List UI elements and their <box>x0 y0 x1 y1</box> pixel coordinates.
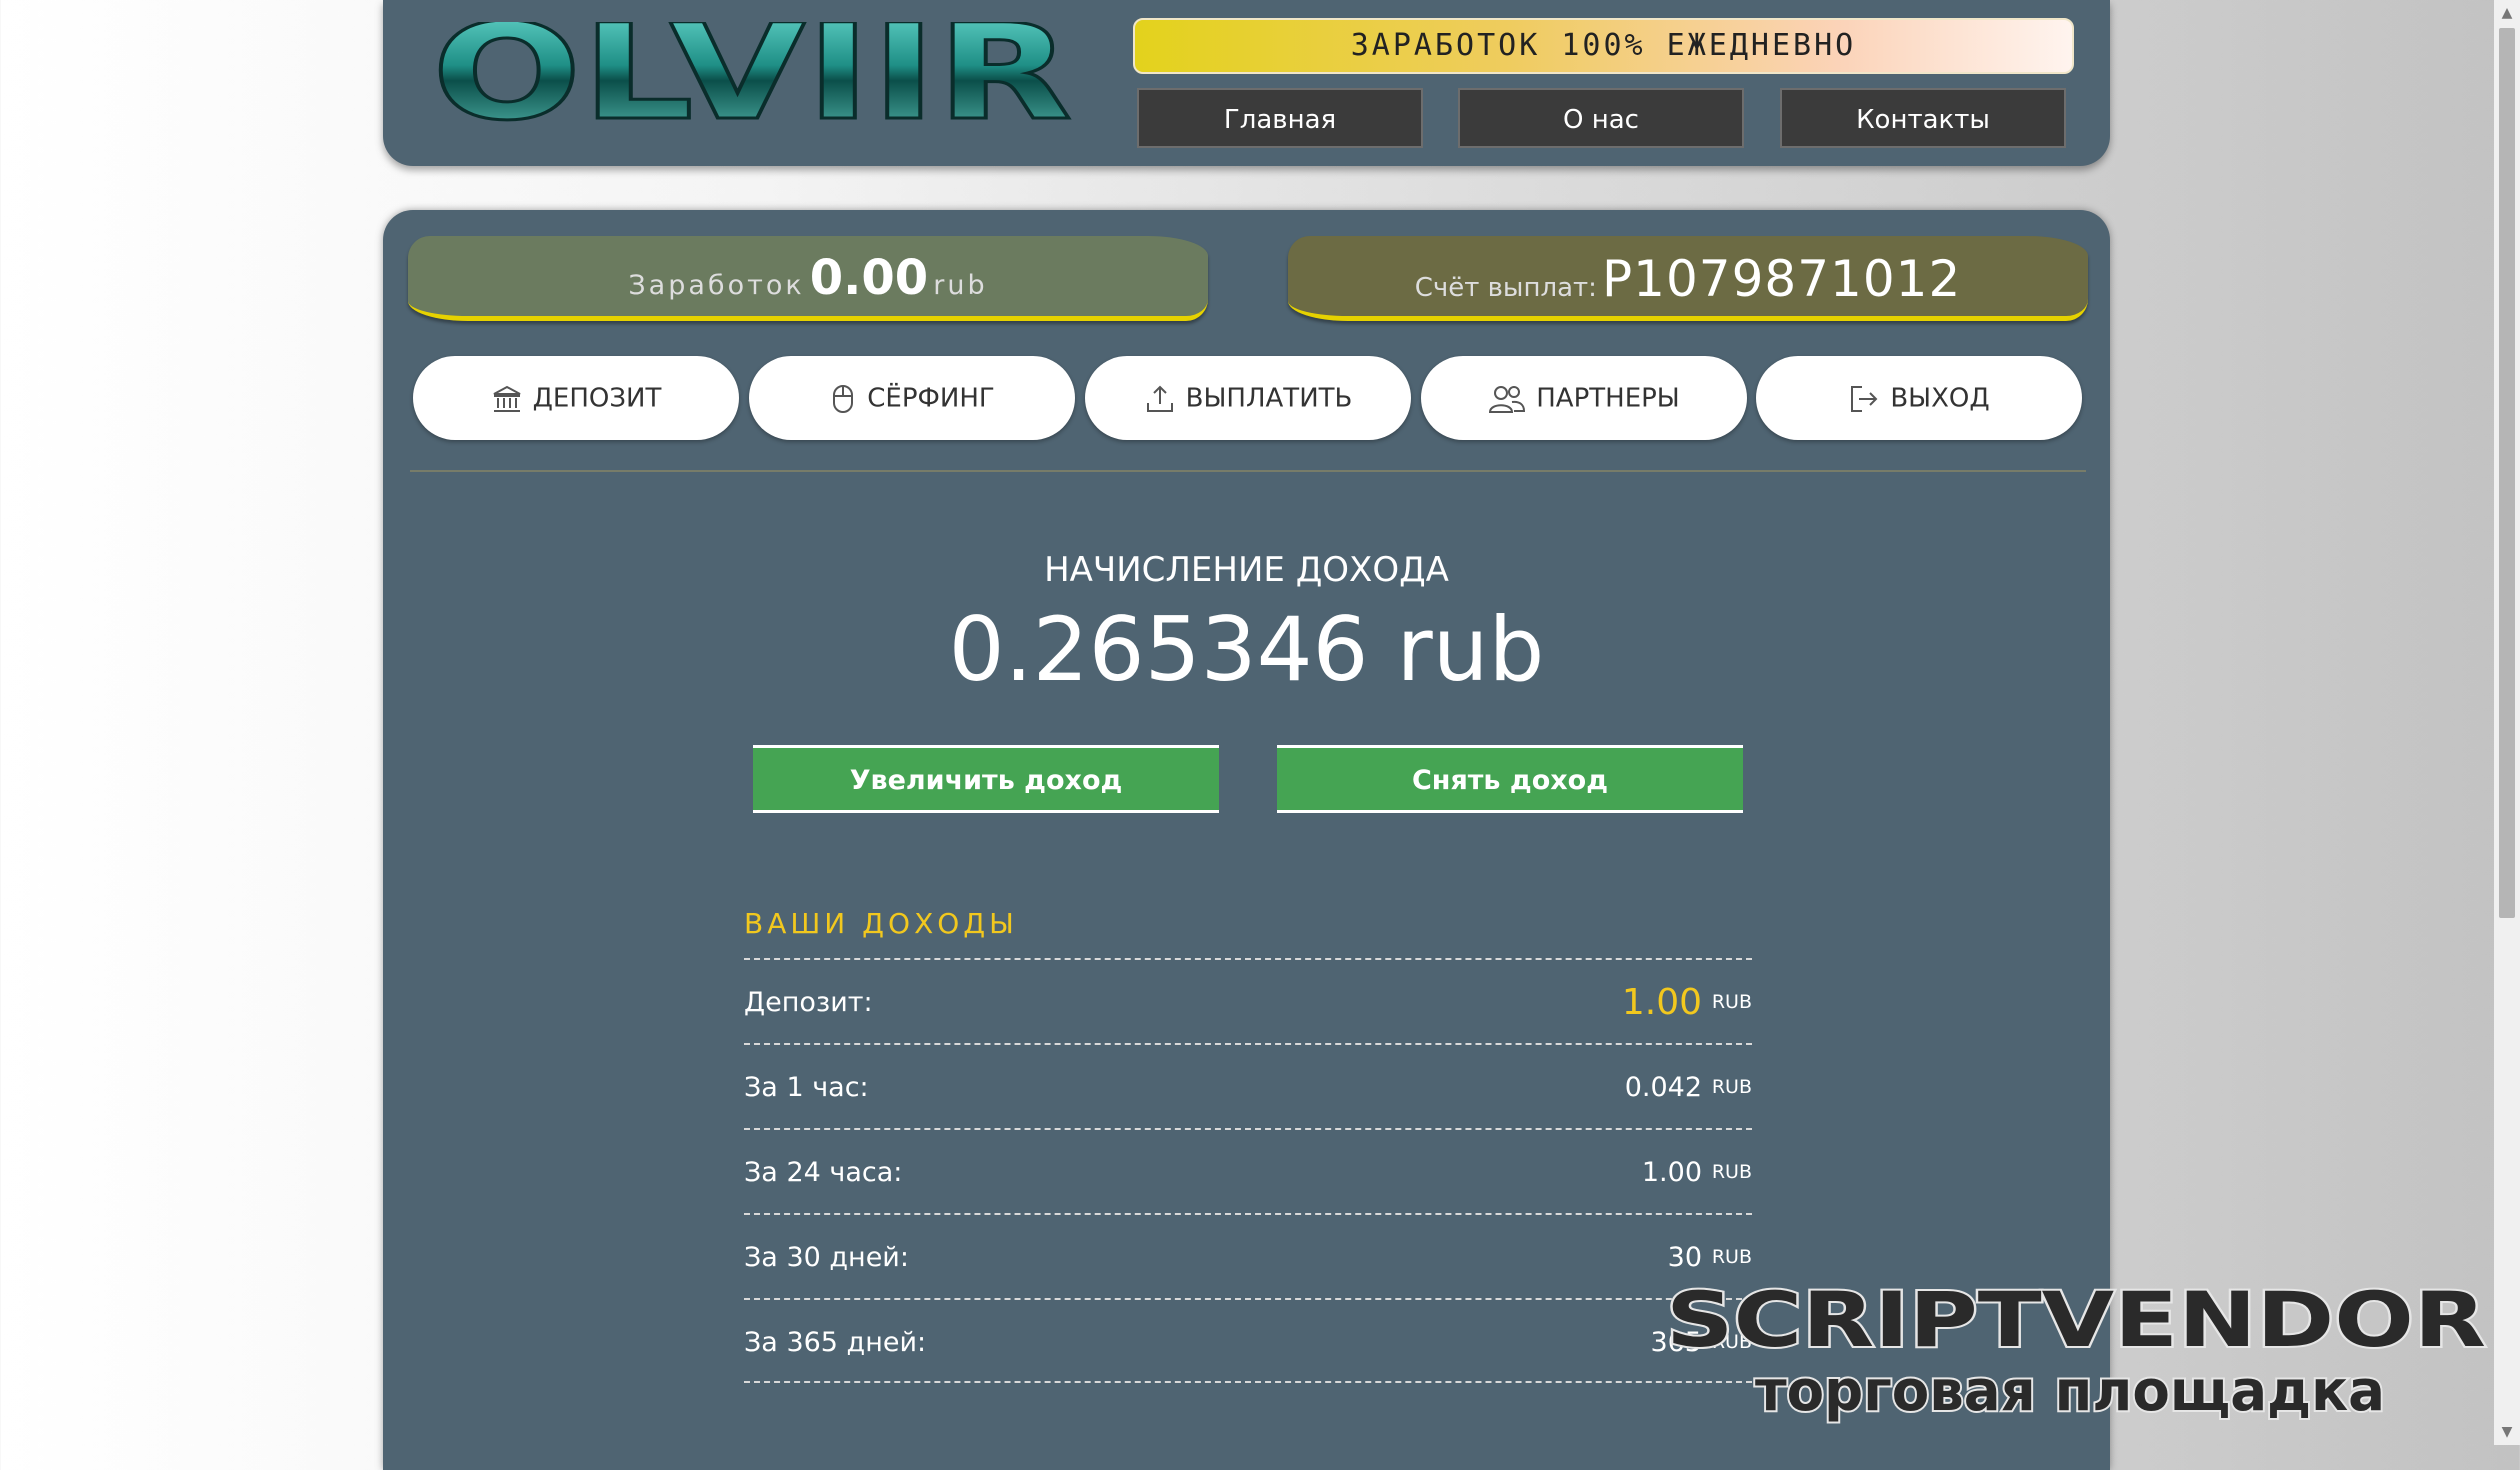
earnings-row: За 1 час: 0.042 RUB <box>744 1043 1752 1128</box>
earnings-row: За 365 дней: 365 RUB <box>744 1298 1752 1383</box>
wallet-value: P1079871012 <box>1602 250 1962 308</box>
menu-logout-label: ВЫХОД <box>1890 383 1990 414</box>
earnings-row-label: За 30 дней: <box>744 1242 909 1273</box>
scroll-up-arrow-icon[interactable]: ▲ <box>2494 0 2520 26</box>
earnings-stat: Заработок 0.00 rub <box>408 236 1208 321</box>
upload-icon <box>1146 385 1173 412</box>
menu-surfing-button[interactable]: СЁРФИНГ <box>749 356 1075 440</box>
bank-icon <box>493 385 521 412</box>
menu-logout-button[interactable]: ВЫХОД <box>1756 356 2082 440</box>
olviir-logo[interactable]: OLVIIR <box>428 22 1078 132</box>
nav-about-button[interactable]: О нас <box>1458 88 1744 148</box>
scroll-down-arrow-icon[interactable]: ▼ <box>2494 1419 2520 1445</box>
menu-deposit-label: ДЕПОЗИТ <box>532 383 662 414</box>
menu-surfing-label: СЁРФИНГ <box>867 383 995 414</box>
nav-home-button[interactable]: Главная <box>1137 88 1423 148</box>
earnings-row-label: За 1 час: <box>744 1072 869 1103</box>
svg-text:OLVIIR: OLVIIR <box>432 22 1072 132</box>
menu-payout-label: ВЫПЛАТИТЬ <box>1185 383 1353 414</box>
nav-contacts-button[interactable]: Контакты <box>1780 88 2066 148</box>
promo-banner: ЗАРАБОТОК 100% ЕЖЕДНЕВНО <box>1133 18 2074 74</box>
earnings-row: Депозит: 1.00 RUB <box>744 958 1752 1043</box>
earnings-row-label: Депозит: <box>744 987 873 1018</box>
income-accrual-value: 0.265346 rub <box>948 598 1545 701</box>
earnings-row-value: 1.00 <box>1621 982 1702 1023</box>
income-title: НАЧИСЛЕНИЕ ДОХОДА <box>1044 550 1449 590</box>
site-header: OLVIIR ЗАРАБОТОК 100% ЕЖЕДНЕВНО Главная … <box>383 0 2110 166</box>
scriptvendor-watermark: SCRIPTVENDOR торговая площадка <box>1664 1280 2488 1426</box>
earnings-row-label: За 365 дней: <box>744 1327 927 1358</box>
earnings-row-value: 1.00 <box>1641 1157 1702 1188</box>
earnings-row-unit: RUB <box>1711 1161 1752 1183</box>
menu-deposit-button[interactable]: ДЕПОЗИТ <box>413 356 739 440</box>
earnings-label: Заработок <box>628 270 805 301</box>
mouse-icon <box>833 384 854 413</box>
page-scrollbar[interactable]: ▲ ▼ <box>2494 0 2520 1445</box>
wallet-label: Счёт выплат: <box>1414 273 1597 303</box>
logout-icon <box>1851 385 1878 412</box>
your-earnings-heading: ВАШИ ДОХОДЫ <box>744 907 1018 940</box>
earnings-value: 0.00 <box>809 250 929 306</box>
scrollbar-thumb[interactable] <box>2499 28 2515 918</box>
earnings-row-label: За 24 часа: <box>744 1157 903 1188</box>
svg-text:торговая площадка: торговая площадка <box>1755 1359 2385 1424</box>
menu-partners-button[interactable]: ПАРТНЕРЫ <box>1421 356 1747 440</box>
earnings-row-value: 0.042 <box>1624 1072 1702 1103</box>
withdraw-income-button[interactable]: Снять доход <box>1277 745 1743 813</box>
users-icon <box>1489 385 1526 413</box>
wallet-stat: Счёт выплат: P1079871012 <box>1288 236 2088 321</box>
earnings-row-unit: RUB <box>1711 991 1752 1013</box>
increase-income-button[interactable]: Увеличить доход <box>753 745 1219 813</box>
svg-text:SCRIPTVENDOR: SCRIPTVENDOR <box>1666 1280 2486 1364</box>
section-divider <box>410 470 2086 472</box>
earnings-row: За 30 дней: 30 RUB <box>744 1213 1752 1298</box>
earnings-row-unit: RUB <box>1711 1076 1752 1098</box>
menu-payout-button[interactable]: ВЫПЛАТИТЬ <box>1085 356 1411 440</box>
earnings-row: За 24 часа: 1.00 RUB <box>744 1128 1752 1213</box>
menu-partners-label: ПАРТНЕРЫ <box>1536 383 1680 414</box>
earnings-unit: rub <box>933 270 988 301</box>
